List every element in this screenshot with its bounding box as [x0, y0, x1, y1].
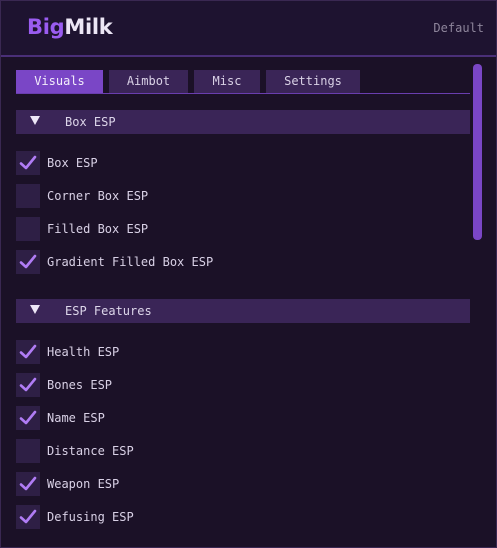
- triangle-down-icon: [30, 116, 40, 125]
- tab-visuals[interactable]: Visuals: [16, 70, 103, 93]
- title-bar: BigMilk Default: [1, 1, 496, 57]
- option-health-esp[interactable]: Health ESP: [16, 340, 316, 364]
- logo-big: Big: [27, 15, 65, 39]
- section-title: Box ESP: [65, 115, 116, 129]
- section-header-box-esp[interactable]: Box ESP: [16, 110, 470, 134]
- option-label: Name ESP: [47, 411, 105, 425]
- checkbox[interactable]: [16, 217, 40, 241]
- check-icon: [19, 509, 37, 524]
- option-label: Filled Box ESP: [47, 222, 149, 236]
- option-defusing-esp[interactable]: Defusing ESP: [16, 505, 316, 529]
- option-label: Bones ESP: [47, 378, 113, 392]
- checkbox[interactable]: [16, 373, 40, 397]
- triangle-down-icon: [30, 305, 40, 314]
- scrollbar-thumb[interactable]: [473, 64, 482, 240]
- option-corner-box-esp[interactable]: Corner Box ESP: [16, 184, 316, 208]
- option-label: Weapon ESP: [47, 477, 120, 491]
- option-label: Defusing ESP: [47, 510, 134, 524]
- tab-misc[interactable]: Misc: [194, 70, 260, 93]
- option-name-esp[interactable]: Name ESP: [16, 406, 316, 430]
- option-gradient-filled-box-esp[interactable]: Gradient Filled Box ESP: [16, 250, 316, 274]
- checkbox[interactable]: [16, 406, 40, 430]
- option-label: Corner Box ESP: [47, 189, 149, 203]
- option-label: Health ESP: [47, 345, 120, 359]
- option-distance-esp[interactable]: Distance ESP: [16, 439, 316, 463]
- checkbox[interactable]: [16, 151, 40, 175]
- option-bones-esp[interactable]: Bones ESP: [16, 373, 316, 397]
- check-icon: [19, 476, 37, 491]
- option-filled-box-esp[interactable]: Filled Box ESP: [16, 217, 316, 241]
- profile-label[interactable]: Default: [433, 21, 484, 35]
- option-weapon-esp[interactable]: Weapon ESP: [16, 472, 316, 496]
- check-icon: [19, 344, 37, 359]
- check-icon: [19, 254, 37, 269]
- checkbox[interactable]: [16, 184, 40, 208]
- checkbox[interactable]: [16, 505, 40, 529]
- option-label: Box ESP: [47, 156, 98, 170]
- tab-aimbot[interactable]: Aimbot: [109, 70, 188, 93]
- app-window: BigMilk Default Visuals Aimbot Misc Sett…: [0, 0, 497, 548]
- logo-milk: Milk: [64, 15, 113, 39]
- tab-settings[interactable]: Settings: [266, 70, 360, 93]
- option-box-esp[interactable]: Box ESP: [16, 151, 316, 175]
- checkbox[interactable]: [16, 250, 40, 274]
- app-logo: BigMilk: [27, 15, 113, 39]
- checkbox[interactable]: [16, 340, 40, 364]
- section-header-esp-features[interactable]: ESP Features: [16, 299, 470, 323]
- check-icon: [19, 377, 37, 392]
- checkbox[interactable]: [16, 439, 40, 463]
- scrollbar[interactable]: [473, 64, 482, 547]
- check-icon: [19, 410, 37, 425]
- tab-bar: Visuals Aimbot Misc Settings: [16, 70, 366, 93]
- option-label: Distance ESP: [47, 444, 134, 458]
- tab-underline: [16, 93, 470, 94]
- option-label: Gradient Filled Box ESP: [47, 255, 214, 269]
- section-title: ESP Features: [65, 304, 152, 318]
- check-icon: [19, 155, 37, 170]
- checkbox[interactable]: [16, 472, 40, 496]
